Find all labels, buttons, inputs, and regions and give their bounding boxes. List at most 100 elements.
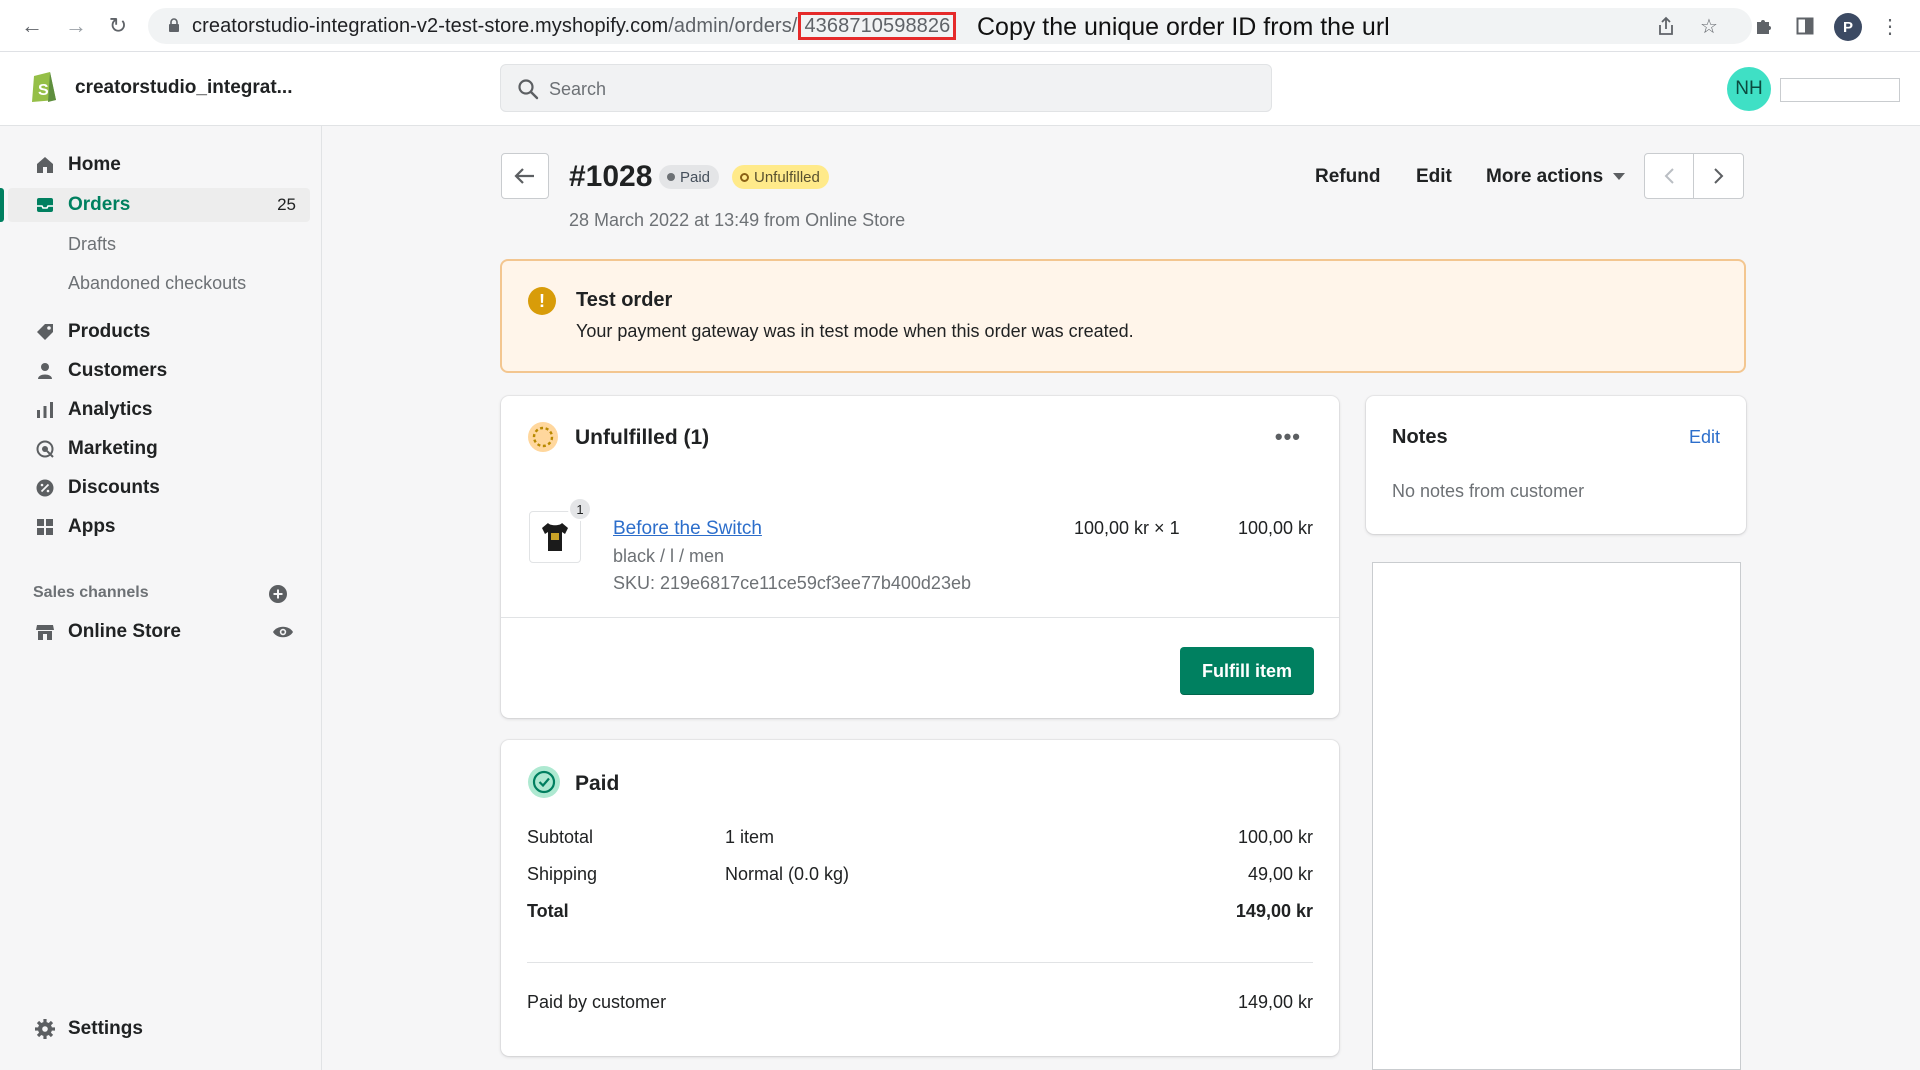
sidebar-item-settings[interactable]: Settings bbox=[8, 1012, 310, 1046]
browser-reload-icon[interactable]: ↻ bbox=[104, 12, 132, 40]
sidebar-item-label: Drafts bbox=[68, 233, 117, 254]
instruction-annotation: Copy the unique order ID from the url bbox=[977, 13, 1390, 41]
extensions-puzzle-icon[interactable] bbox=[1752, 14, 1776, 38]
warning-icon: ! bbox=[528, 287, 556, 315]
divider bbox=[501, 617, 1339, 618]
bar-chart-icon bbox=[34, 399, 56, 421]
product-variant: black / l / men bbox=[613, 546, 725, 566]
search-icon bbox=[518, 79, 539, 100]
divider bbox=[527, 962, 1313, 963]
side-panel-icon[interactable] bbox=[1793, 14, 1817, 38]
unfulfilled-status-icon bbox=[528, 422, 558, 452]
product-title-link[interactable]: Before the Switch bbox=[613, 518, 762, 540]
subtotal-label: Subtotal bbox=[527, 827, 594, 847]
notes-empty-text: No notes from customer bbox=[1392, 481, 1585, 501]
edit-order-button[interactable]: Edit bbox=[1416, 166, 1452, 188]
sidebar-item-label: Home bbox=[68, 154, 121, 175]
payment-status-label: Paid bbox=[680, 168, 711, 186]
shopify-logo-icon[interactable]: S bbox=[28, 68, 60, 104]
user-avatar[interactable]: NH bbox=[1727, 67, 1771, 111]
sidebar-item-label: Abandoned checkouts bbox=[68, 272, 247, 293]
bookmark-star-icon[interactable]: ☆ bbox=[1697, 14, 1721, 38]
test-order-banner: ! Test order Your payment gateway was in… bbox=[500, 259, 1746, 373]
sidebar-item-label: Orders bbox=[68, 194, 131, 215]
notes-edit-link[interactable]: Edit bbox=[1689, 427, 1720, 448]
tshirt-icon bbox=[542, 523, 568, 551]
payment-card: Paid Subtotal 1 item 100,00 kr Shipping … bbox=[501, 740, 1339, 1056]
subtotal-value: 100,00 kr bbox=[1237, 827, 1313, 847]
sidebar-item-online-store[interactable]: Online Store bbox=[8, 615, 310, 649]
discount-icon bbox=[34, 477, 56, 499]
sidebar-item-abandoned-checkouts[interactable]: Abandoned checkouts bbox=[8, 266, 310, 300]
paid-by-value: 149,00 kr bbox=[1237, 992, 1313, 1012]
fulfillment-status-badge: Unfulfilled bbox=[732, 165, 829, 189]
sidebar-item-drafts[interactable]: Drafts bbox=[8, 227, 310, 261]
sidebar-item-analytics[interactable]: Analytics bbox=[8, 393, 310, 427]
search-input[interactable] bbox=[549, 75, 1249, 103]
sidebar-nav: Home Orders 25 Drafts Abandoned checkout… bbox=[0, 126, 322, 1070]
paid-check-icon bbox=[528, 766, 560, 798]
sidebar-item-apps[interactable]: Apps bbox=[8, 510, 310, 544]
browser-menu-icon[interactable]: ⋮ bbox=[1878, 14, 1902, 38]
storefront-icon bbox=[34, 621, 56, 643]
order-date: 28 March 2022 at 13:49 from Online Store bbox=[569, 210, 906, 230]
orders-count-badge: 25 bbox=[277, 195, 296, 214]
sidebar-item-label: Analytics bbox=[68, 399, 153, 420]
address-bar[interactable]: creatorstudio-integration-v2-test-store.… bbox=[148, 8, 1752, 44]
more-actions-button[interactable]: More actions bbox=[1486, 166, 1626, 188]
chevron-left-icon bbox=[1664, 168, 1674, 184]
product-sku: SKU: 219e6817ce11ce59cf3ee77b400d23eb bbox=[613, 573, 971, 593]
total-row: Total 149,00 kr bbox=[527, 901, 1313, 927]
sidebar-item-customers[interactable]: Customers bbox=[8, 354, 310, 388]
view-eye-icon[interactable] bbox=[272, 621, 294, 643]
banner-title: Test order bbox=[576, 289, 673, 311]
order-pager bbox=[1644, 153, 1744, 199]
add-channel-icon[interactable] bbox=[267, 583, 289, 605]
total-label: Total bbox=[527, 901, 569, 921]
store-name[interactable]: creatorstudio_integrat... bbox=[75, 77, 293, 99]
sidebar-item-label: Customers bbox=[68, 360, 168, 381]
more-options-icon[interactable]: ••• bbox=[1275, 424, 1301, 450]
gear-icon bbox=[34, 1018, 56, 1040]
fulfill-item-button[interactable]: Fulfill item bbox=[1180, 647, 1314, 695]
sidebar-item-label: Online Store bbox=[68, 621, 181, 642]
active-indicator bbox=[0, 188, 4, 222]
previous-order-button[interactable] bbox=[1645, 154, 1694, 198]
refund-button[interactable]: Refund bbox=[1315, 166, 1380, 188]
person-icon bbox=[34, 360, 56, 382]
shipping-value: 49,00 kr bbox=[1247, 864, 1313, 884]
sidebar-item-home[interactable]: Home bbox=[8, 148, 310, 182]
sidebar-item-orders[interactable]: Orders 25 bbox=[8, 188, 310, 222]
browser-toolbar: ← → ↻ creatorstudio-integration-v2-test-… bbox=[0, 0, 1920, 52]
search-box[interactable] bbox=[500, 64, 1272, 112]
back-button[interactable] bbox=[501, 153, 549, 199]
tag-icon bbox=[34, 321, 56, 343]
sidebar-item-marketing[interactable]: Marketing bbox=[8, 432, 310, 466]
share-icon[interactable] bbox=[1654, 14, 1678, 38]
shipping-row: Shipping Normal (0.0 kg) 49,00 kr bbox=[527, 864, 1313, 890]
sidebar-item-label: Settings bbox=[68, 1018, 143, 1039]
next-order-button[interactable] bbox=[1694, 154, 1743, 198]
browser-forward-icon[interactable]: → bbox=[62, 12, 90, 40]
sidebar-item-products[interactable]: Products bbox=[8, 315, 310, 349]
paid-by-customer-row: Paid by customer 149,00 kr bbox=[527, 992, 1313, 1018]
product-price-quantity: 100,00 kr × 1 bbox=[1074, 518, 1180, 538]
shipping-label: Shipping bbox=[527, 864, 598, 884]
sidebar-item-label: Marketing bbox=[68, 438, 158, 459]
paid-by-label: Paid by customer bbox=[527, 992, 667, 1012]
browser-profile-avatar[interactable]: P bbox=[1834, 13, 1862, 41]
browser-back-icon[interactable]: ← bbox=[18, 12, 46, 40]
url-text: creatorstudio-integration-v2-test-store.… bbox=[192, 12, 957, 40]
svg-text:S: S bbox=[38, 82, 49, 99]
user-name-field[interactable] bbox=[1780, 78, 1900, 102]
unfulfilled-title: Unfulfilled (1) bbox=[575, 426, 710, 449]
banner-text: Your payment gateway was in test mode wh… bbox=[576, 321, 1134, 341]
arrow-left-icon bbox=[514, 168, 534, 184]
notes-title: Notes bbox=[1392, 426, 1448, 448]
fulfillment-status-label: Unfulfilled bbox=[754, 168, 820, 186]
product-line-total: 100,00 kr bbox=[1237, 518, 1313, 538]
url-domain: creatorstudio-integration-v2-test-store.… bbox=[192, 15, 669, 37]
sidebar-item-discounts[interactable]: Discounts bbox=[8, 471, 310, 505]
sidebar-item-label: Apps bbox=[68, 516, 116, 537]
order-detail-page: #1028 Paid Unfulfilled 28 March 2022 at … bbox=[322, 126, 1920, 1070]
